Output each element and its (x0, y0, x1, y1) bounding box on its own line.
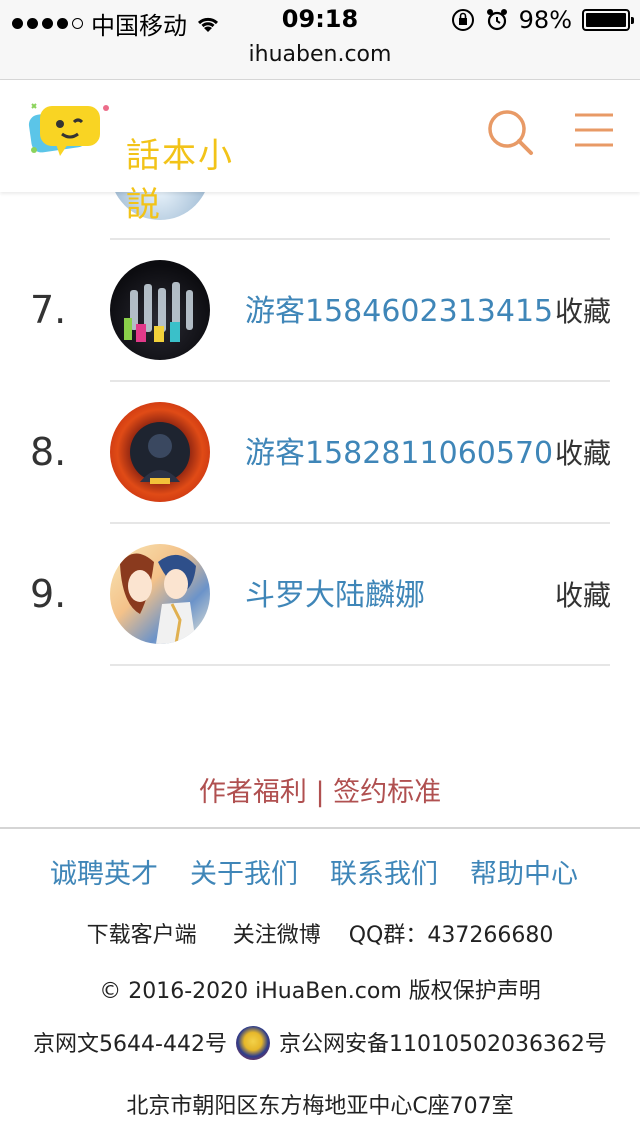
rank-number: 8. (30, 430, 67, 474)
divider (110, 664, 610, 666)
list-item[interactable]: 9. 斗罗大陆麟娜 收藏 (0, 524, 640, 666)
license-row: 京网文5644-442号 京公网安备11010502036362号 (0, 1026, 640, 1062)
battery-percent: 98% (518, 6, 572, 34)
avatar[interactable] (110, 402, 210, 502)
user-name-link[interactable]: 游客1582811060570 (245, 428, 553, 472)
search-icon[interactable] (486, 108, 534, 156)
site-logo[interactable]: 話本小説 (26, 98, 266, 225)
rank-number: 7. (30, 288, 67, 332)
favorite-button[interactable]: 收藏 (555, 432, 611, 472)
police-badge-icon (235, 1026, 270, 1060)
footer-link-careers[interactable]: 诚聘英才 (50, 852, 158, 891)
download-client-link[interactable]: 下载客户端 (87, 923, 197, 948)
license-icp[interactable]: 京网文5644-442号 (33, 1032, 227, 1057)
user-name-link[interactable]: 游客1584602313415 (245, 286, 553, 330)
status-bar: 中国移动 09:18 98% (0, 0, 640, 40)
weibo-link[interactable]: 关注微博 (233, 923, 321, 948)
menu-icon[interactable] (574, 112, 614, 148)
copyright[interactable]: © 2016-2020 iHuaBen.com 版权保护声明 (0, 973, 640, 1005)
rotation-lock-icon (451, 9, 474, 31)
footer-link-contact[interactable]: 联系我们 (330, 852, 438, 891)
favorite-button[interactable]: 收藏 (555, 290, 611, 330)
footer-divider (0, 827, 640, 829)
avatar[interactable] (110, 544, 210, 644)
qq-group: QQ群：437266680 (348, 923, 554, 948)
battery-icon (582, 9, 634, 31)
favorite-button[interactable]: 收藏 (555, 574, 611, 614)
author-links[interactable]: 作者福利 | 签约标准 (0, 770, 640, 809)
license-police[interactable]: 京公网安备11010502036362号 (279, 1032, 607, 1057)
footer-link-help[interactable]: 帮助中心 (470, 852, 578, 891)
footer-download-row: 下载客户端 关注微博 QQ群：437266680 (0, 917, 640, 949)
address-bar[interactable]: ihuaben.com (0, 40, 640, 80)
address: 北京市朝阳区东方梅地亚中心C座707室 (126, 1094, 514, 1119)
list-item[interactable]: 8. 游客1582811060570 收藏 (0, 382, 640, 524)
site-header: 話本小説 (0, 80, 640, 225)
user-name-link[interactable]: 斗罗大陆麟娜 (245, 570, 425, 614)
list-item[interactable]: 7. 游客1584602313415 收藏 (0, 240, 640, 382)
footer-link-about[interactable]: 关于我们 (190, 852, 298, 891)
status-right: 98% (451, 6, 634, 34)
alarm-icon (486, 9, 507, 31)
avatar[interactable] (110, 260, 210, 360)
logo-text: 話本小説 (126, 136, 234, 225)
url-text: ihuaben.com (248, 42, 392, 67)
logo-mascot-icon (28, 103, 109, 156)
rank-number: 9. (30, 572, 67, 616)
